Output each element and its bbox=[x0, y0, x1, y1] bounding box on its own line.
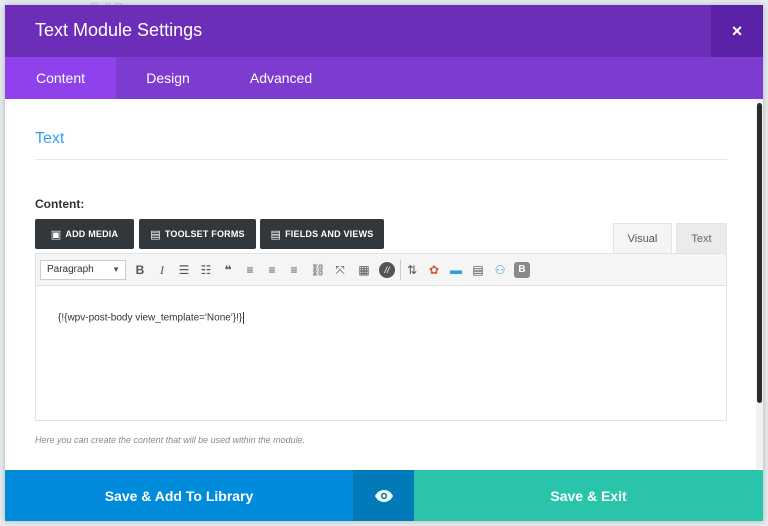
modal-header: Text Module Settings × bbox=[5, 5, 763, 57]
text-module-settings-modal: Text Module Settings × Content Design Ad… bbox=[5, 5, 763, 521]
content-help-text: Here you can create the content that wil… bbox=[35, 435, 306, 445]
editor-text: {!{wpv-post-body view_template='None'}!} bbox=[58, 312, 243, 324]
tab-content[interactable]: Content bbox=[5, 57, 116, 99]
tab-design[interactable]: Design bbox=[116, 57, 220, 99]
eye-icon bbox=[374, 489, 393, 502]
bootstrap-icon[interactable]: B bbox=[514, 262, 530, 278]
toolbar-separator bbox=[400, 260, 401, 280]
editor-toolbar: Paragraph ▼ B I ☰ ☷ ❝ ≡ ≡ ≡ ⛓ ⤧ ▦ // ⇅ ✿… bbox=[36, 254, 726, 286]
fields-and-views-button[interactable]: ▤ FIELDS AND VIEWS bbox=[260, 219, 384, 249]
content-editor[interactable]: Paragraph ▼ B I ☰ ☷ ❝ ≡ ≡ ≡ ⛓ ⤧ ▦ // ⇅ ✿… bbox=[35, 253, 727, 421]
bold-icon[interactable]: B bbox=[132, 262, 148, 278]
format-select-value: Paragraph bbox=[47, 264, 94, 275]
fields-and-views-label: FIELDS AND VIEWS bbox=[285, 229, 374, 239]
text-cursor bbox=[243, 312, 245, 324]
italic-icon[interactable]: I bbox=[154, 262, 170, 278]
section-title: Text bbox=[35, 130, 65, 147]
add-media-button[interactable]: ▣ ADD MEDIA bbox=[35, 219, 134, 249]
tab-advanced[interactable]: Advanced bbox=[220, 57, 342, 99]
tab-visual-mode[interactable]: Visual bbox=[613, 223, 672, 253]
chevron-down-icon: ▼ bbox=[112, 265, 120, 274]
scrollbar-thumb[interactable] bbox=[757, 103, 762, 403]
forms-icon: ▤ bbox=[150, 228, 161, 241]
preview-button[interactable] bbox=[353, 470, 414, 521]
toolset-types-icon[interactable]: ▬ bbox=[448, 262, 464, 278]
numbered-list-icon[interactable]: ☷ bbox=[198, 262, 214, 278]
toolset-forms-button[interactable]: ▤ TOOLSET FORMS bbox=[139, 219, 256, 249]
shortcode-icon[interactable]: // bbox=[379, 262, 395, 278]
bullet-list-icon[interactable]: ☰ bbox=[176, 262, 192, 278]
fullscreen-icon[interactable]: ⤧ bbox=[332, 262, 348, 278]
save-and-exit-button[interactable]: Save & Exit bbox=[414, 470, 763, 521]
media-icon: ▣ bbox=[50, 228, 62, 241]
toolset-access-icon[interactable]: ⚇ bbox=[492, 262, 508, 278]
toolset-layouts-icon[interactable]: ✿ bbox=[426, 262, 442, 278]
toolbar-toggle-icon[interactable]: ▦ bbox=[356, 262, 372, 278]
editor-content[interactable]: {!{wpv-post-body view_template='None'}!} bbox=[58, 312, 245, 324]
close-button[interactable]: × bbox=[711, 5, 763, 57]
section-divider bbox=[35, 159, 727, 160]
tab-text-mode[interactable]: Text bbox=[676, 223, 727, 253]
add-media-label: ADD MEDIA bbox=[65, 229, 119, 239]
modal-scrollbar[interactable] bbox=[756, 99, 763, 469]
upload-sort-icon[interactable]: ⇅ bbox=[404, 262, 420, 278]
fields-icon: ▤ bbox=[270, 228, 282, 241]
blockquote-icon[interactable]: ❝ bbox=[220, 262, 236, 278]
save-add-to-library-button[interactable]: Save & Add To Library bbox=[5, 470, 353, 521]
toolset-forms-label: TOOLSET FORMS bbox=[164, 229, 245, 239]
toolset-views-icon[interactable]: ▤ bbox=[470, 262, 486, 278]
align-center-icon[interactable]: ≡ bbox=[264, 262, 280, 278]
close-icon: × bbox=[731, 20, 743, 41]
align-left-icon[interactable]: ≡ bbox=[242, 262, 258, 278]
modal-title: Text Module Settings bbox=[35, 20, 203, 40]
link-icon[interactable]: ⛓ bbox=[310, 262, 326, 278]
align-right-icon[interactable]: ≡ bbox=[286, 262, 302, 278]
settings-tabs: Content Design Advanced bbox=[5, 57, 763, 99]
content-field-label: Content: bbox=[35, 197, 85, 211]
paragraph-format-select[interactable]: Paragraph ▼ bbox=[40, 260, 126, 280]
